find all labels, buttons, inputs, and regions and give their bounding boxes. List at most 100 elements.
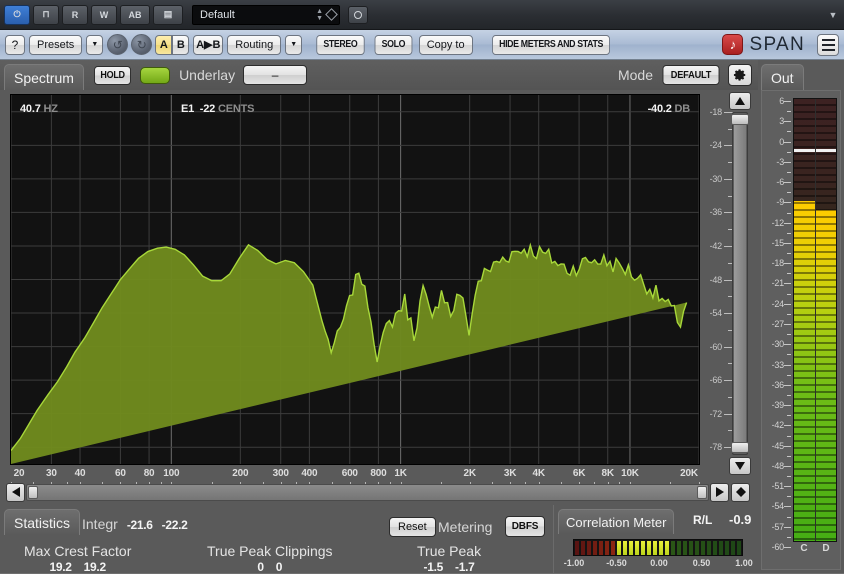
preset-a-button[interactable]: A [155,35,172,55]
spectrum-graph[interactable]: 40.7 HZ E1 -22 CENTS -40.2 DB [10,94,700,465]
correlation-segment [695,541,700,556]
frequency-tick-label: 300 [273,468,289,479]
output-meter-minor-tick [787,152,791,153]
gear-icon[interactable] [728,64,752,86]
frequency-tick-label: 6K [573,468,585,479]
correlation-segment [653,541,658,556]
output-meter-tick [784,101,791,102]
bypass-button[interactable]: ⊓ [33,5,59,25]
copy-a-to-b-button[interactable]: A▶B [193,35,223,55]
db-tick-label: -78 [710,442,722,452]
tab-correlation-meter[interactable]: Correlation Meter [558,509,674,534]
vertical-scroll-track[interactable] [732,112,748,455]
output-meter-panel: Out 630-3-6-9-12-15-18-21-24-27-30-33-36… [758,60,844,573]
correlation-segment [725,541,730,556]
correlation-meter-panel: Correlation Meter R/L -0.9 -1.00-0.500.0… [553,505,758,573]
write-automation-button[interactable]: W [91,5,117,25]
correlation-segment [707,541,712,556]
horizontal-scrollbar[interactable] [6,482,750,502]
horizontal-scroll-track[interactable] [26,484,709,501]
horizontal-scroll-grip-right[interactable] [697,486,707,499]
output-channel-labels: CD [793,543,837,557]
output-meter-tick [784,121,791,122]
presets-button[interactable]: Presets [29,35,82,55]
scroll-right-button[interactable] [710,483,729,502]
power-button[interactable]: ⏻ [4,5,30,25]
vertical-scroll-grip-top[interactable] [731,114,749,125]
output-meter-tick [784,243,791,244]
horizontal-scroll-thumb[interactable] [27,485,708,500]
presets-dropdown-button[interactable]: ▼ [86,35,103,55]
help-button[interactable]: ? [5,35,25,55]
correlation-bar [573,539,743,556]
preset-list-button[interactable]: ▤ [153,5,183,25]
routing-button[interactable]: Routing [227,35,281,55]
scroll-left-button[interactable] [6,483,25,502]
preset-b-button[interactable]: B [172,35,189,55]
output-meter-tick-label: -51 [772,481,784,491]
output-meter-tick [784,142,791,143]
correlation-tick-label: 0.50 [693,558,711,568]
vertical-scrollbar[interactable] [729,92,753,475]
output-meter-minor-tick [787,375,791,376]
copy-to-button[interactable]: Copy to [419,35,473,55]
output-meter-tick-label: -45 [772,441,784,451]
correlation-segment [575,541,580,556]
stereo-button[interactable]: STEREO [317,35,365,55]
hold-led-indicator[interactable] [140,67,170,84]
output-meter-minor-tick [787,496,791,497]
output-meter-tick [784,202,791,203]
underlay-label: Underlay [179,67,235,83]
scroll-down-button[interactable] [729,457,751,475]
correlation-segment [719,541,724,556]
diamond-icon[interactable] [325,8,338,21]
tab-statistics[interactable]: Statistics [4,509,80,535]
metering-select[interactable]: DBFS [505,516,545,537]
vertical-scroll-grip-bottom[interactable] [731,442,749,453]
ab-compare-button[interactable]: AB [120,5,150,25]
output-meter-minor-tick [787,233,791,234]
spinner-icon[interactable]: ▲▼ [316,8,323,22]
scroll-reset-button[interactable] [731,483,750,502]
statistic-group: Max Crest Factor19.219.2 [24,543,131,574]
spectrum-panel: 40.7 HZ E1 -22 CENTS -40.2 DB -18-24-30-… [0,90,758,505]
output-meter-tick-label: -12 [772,218,784,228]
frequency-tick-label: 200 [232,468,248,479]
tab-out[interactable]: Out [761,64,804,90]
output-meter-tick-label: -9 [776,197,784,207]
output-meter-tick [784,162,791,163]
output-meter-tick-label: -48 [772,461,784,471]
spectrum-header: Spectrum HOLD Underlay – Mode DEFAULT [0,60,758,90]
output-meter-tick [784,425,791,426]
output-meter-tick-label: -15 [772,238,784,248]
solo-button[interactable]: SOLO [375,35,413,55]
db-tick-label: -66 [710,375,722,385]
correlation-segment [581,541,586,556]
statistic-values: -1.5-1.7 [417,560,481,574]
horizontal-scroll-grip-left[interactable] [28,486,38,499]
reset-button[interactable]: Reset [389,517,436,537]
scroll-up-button[interactable] [729,92,751,110]
redo-knob[interactable]: ↻ [131,34,152,55]
output-meter-minor-tick [787,517,791,518]
frequency-tick-label: 40 [75,468,86,479]
hold-button[interactable]: HOLD [94,66,131,85]
vertical-scroll-thumb[interactable] [733,113,747,454]
hamburger-icon[interactable] [817,34,839,56]
integrated-loudness: Integr -21.6 -22.2 [82,516,188,532]
mode-select[interactable]: DEFAULT [662,65,719,85]
readout-note: E1 -22 CENTS [181,103,254,115]
read-automation-button[interactable]: R [62,5,88,25]
hide-meters-and-stats-button[interactable]: HIDE METERS AND STATS [492,35,610,55]
output-meter-body[interactable]: 630-3-6-9-12-15-18-21-24-27-30-33-36-39-… [761,90,841,570]
statistic-value: -1.5 [424,560,443,574]
undo-knob[interactable]: ↺ [107,34,128,55]
output-meter-scale: 630-3-6-9-12-15-18-21-24-27-30-33-36-39-… [762,95,792,545]
tab-spectrum[interactable]: Spectrum [4,64,84,90]
routing-dropdown-button[interactable]: ▼ [285,35,302,55]
host-preset-field[interactable]: Default ▲▼ [192,5,340,25]
host-automation-strip: ⏻ ⊓ R W AB ▤ Default ▲▼ ▼ [0,0,844,30]
underlay-select[interactable]: – [243,65,307,85]
chevron-down-icon[interactable]: ▼ [826,8,840,22]
camera-icon[interactable] [348,6,368,24]
